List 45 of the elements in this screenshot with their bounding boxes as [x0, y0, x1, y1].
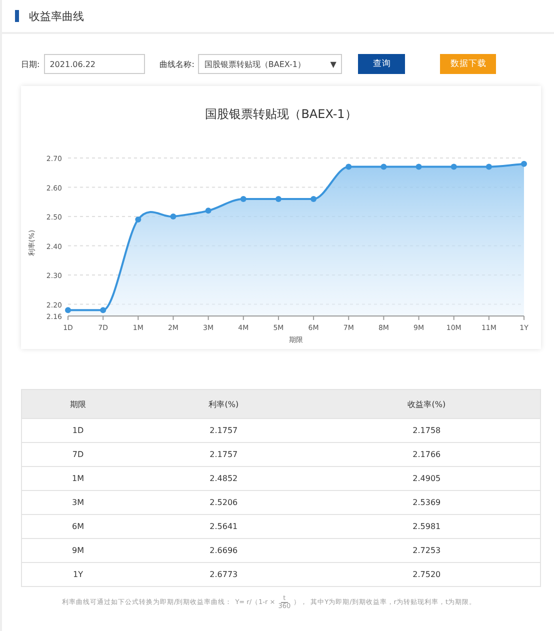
date-field[interactable]: 2021.06.22	[44, 54, 145, 74]
column-header: 期限	[22, 390, 134, 418]
table-cell: 2.1766	[313, 442, 540, 466]
table-cell: 1Y	[22, 562, 134, 586]
data-point	[310, 196, 317, 202]
table-cell: 2.5369	[313, 490, 540, 514]
table-cell: 2.1758	[313, 418, 540, 442]
page-title: 收益率曲线	[29, 8, 84, 24]
table-cell: 2.4905	[313, 466, 540, 490]
table-cell: 9M	[22, 538, 134, 562]
column-header: 收益率(%)	[313, 390, 540, 418]
data-point	[100, 307, 106, 314]
data-point	[380, 164, 387, 170]
table-cell: 7D	[22, 442, 134, 466]
data-point	[240, 196, 246, 202]
data-point	[521, 160, 527, 167]
table-cell: 6M	[22, 514, 134, 538]
table-cell: 2.1757	[134, 418, 314, 442]
date-label: 日期:	[21, 58, 40, 70]
curve-label: 曲线名称:	[160, 58, 194, 70]
data-point	[450, 164, 457, 170]
data-point	[170, 214, 176, 220]
data-point	[275, 196, 282, 202]
table-cell: 2.7253	[313, 538, 540, 562]
table-cell: 2.5981	[313, 514, 540, 538]
data-point	[205, 208, 212, 214]
curve-dropdown[interactable]: 国股银票转贴现（BAEX-1） ▼	[198, 54, 342, 74]
table-cell: 3M	[22, 490, 134, 514]
table-cell: 1M	[22, 466, 134, 490]
chart-title: 国股银票转贴现（BAEX-1）	[205, 107, 357, 121]
data-point	[346, 164, 352, 170]
table-cell: 2.7520	[313, 562, 540, 586]
column-header: 利率(%)	[134, 390, 314, 418]
data-point	[135, 216, 142, 222]
table-cell: 1D	[22, 418, 134, 442]
data-point	[416, 164, 422, 170]
table-cell: 2.5641	[134, 514, 314, 538]
table-cell: 2.5206	[134, 490, 314, 514]
query-button[interactable]: 查询	[358, 54, 406, 74]
table-cell: 2.4852	[134, 466, 314, 490]
table-cell: 2.1757	[134, 442, 314, 466]
table-cell: 2.6773	[134, 562, 314, 586]
table-cell: 2.6696	[134, 538, 314, 562]
data-point	[65, 307, 71, 314]
data-point	[486, 164, 492, 170]
